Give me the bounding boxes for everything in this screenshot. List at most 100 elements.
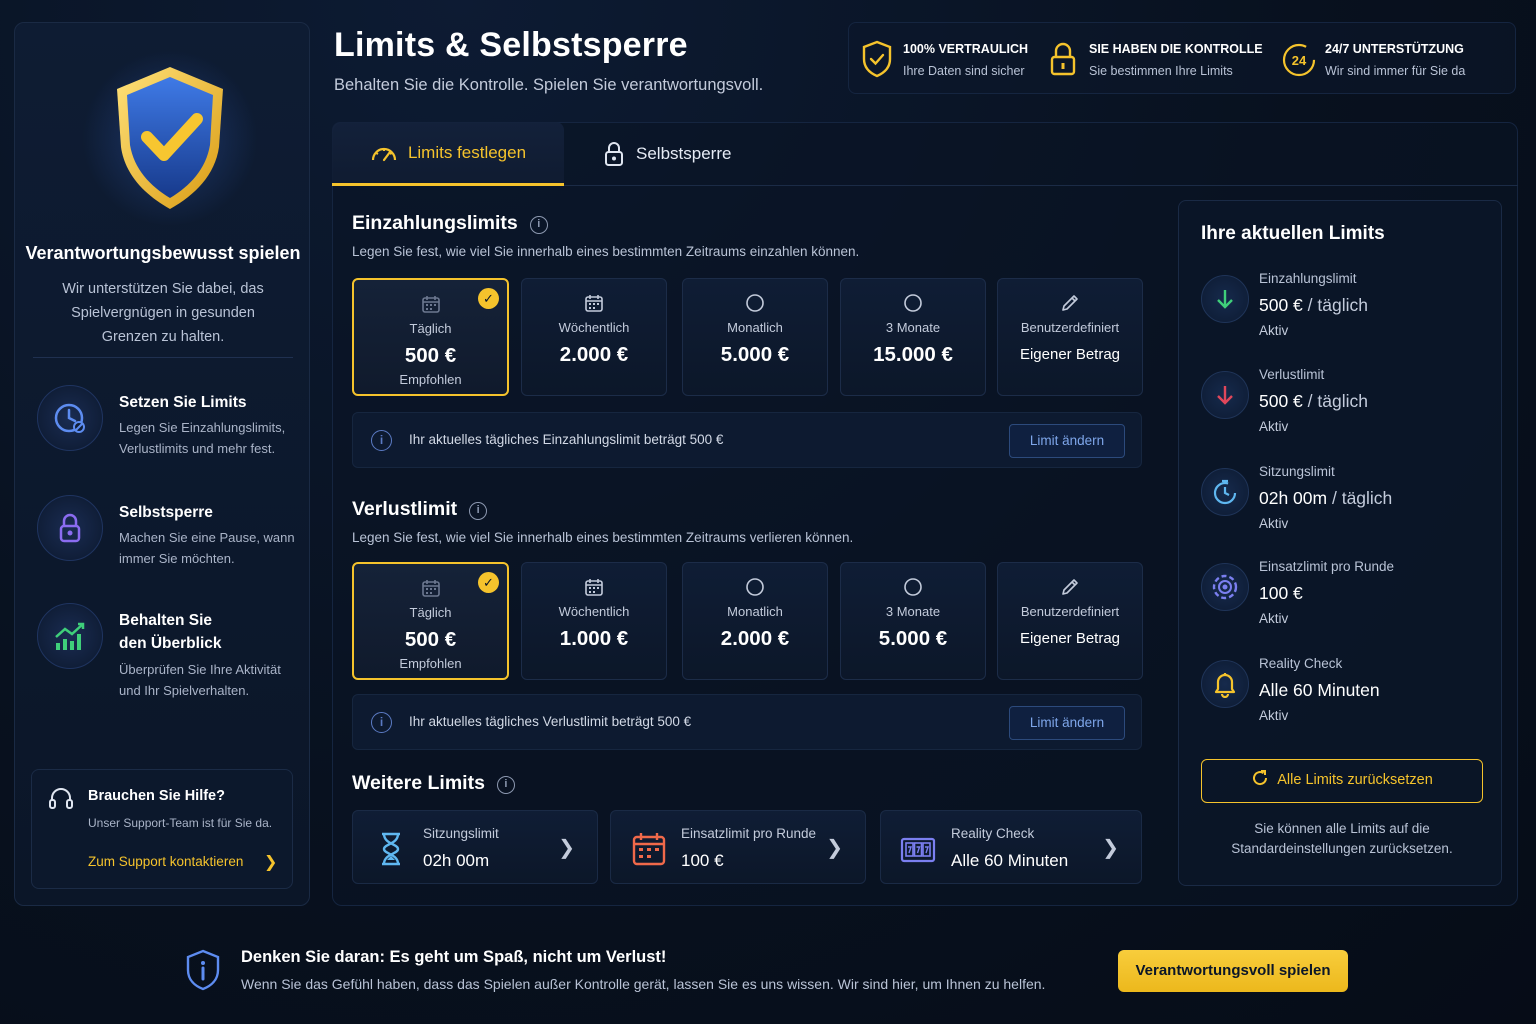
option-label: Benutzerdefiniert	[1020, 320, 1120, 335]
shield-info-icon	[186, 949, 220, 991]
section-title-text: Verlustlimit	[352, 498, 458, 520]
deposit-option-0[interactable]: Täglich 500 € Empfohlen ✓	[352, 278, 509, 396]
footer-title: Denken Sie daran: Es geht um Spaß, nicht…	[241, 948, 667, 966]
notice-text: Ihr aktuelles tägliches Verlustlimit bet…	[409, 714, 692, 729]
radio-circle-icon	[683, 577, 827, 597]
more-limit-label: Einsatzlimit pro Runde	[681, 826, 817, 841]
value-text: 100 €	[1259, 583, 1303, 603]
current-limit-label: Reality Check	[1259, 656, 1343, 671]
option-label: 3 Monate	[885, 604, 941, 619]
info-icon[interactable]: i	[529, 216, 548, 234]
option-value: 500 €	[404, 628, 457, 651]
chevron-right-icon[interactable]: ❯	[826, 835, 843, 860]
sidebar-subtitle: Wir unterstützen Sie dabei, das Spielver…	[62, 281, 264, 345]
support-contact-link[interactable]: Zum Support kontaktieren	[88, 854, 243, 869]
current-limit-status: Aktiv	[1259, 611, 1289, 626]
chevron-right-icon[interactable]: ❯	[264, 852, 277, 872]
option-label: Benutzerdefiniert	[1020, 604, 1120, 619]
help-desc: Unser Support-Team ist für Sie da.	[88, 816, 273, 830]
current-limit-value: 500 € / täglich	[1259, 391, 1368, 412]
more-limit-reality-check[interactable]: Reality Check Alle 60 Minuten ❯	[880, 810, 1142, 884]
support-24-icon: 24	[1282, 43, 1316, 77]
feature-title: Behalten Sie den Überblick	[119, 609, 222, 655]
section-title-text: Weitere Limits	[352, 772, 485, 794]
current-limit-status: Aktiv	[1259, 323, 1289, 338]
more-limit-value: Alle 60 Minuten	[951, 851, 1069, 870]
tab-self-exclusion[interactable]: Selbstsperre	[602, 122, 731, 186]
support-24-badge: 24	[1292, 53, 1307, 68]
reset-button-label: Alle Limits zurücksetzen	[1277, 772, 1433, 788]
option-value: Eigener Betrag	[1019, 630, 1121, 647]
current-limit-label: Einzahlungslimit	[1259, 271, 1357, 286]
clock-limit-icon	[37, 385, 103, 451]
tab-label: Selbstsperre	[636, 144, 732, 163]
more-limit-stake[interactable]: Einsatzlimit pro Runde 100 € ❯	[610, 810, 866, 884]
lock-icon	[37, 495, 103, 561]
info-icon: i	[371, 712, 392, 733]
current-limit-label: Verlustlimit	[1259, 367, 1325, 382]
current-limit-value: 100 €	[1259, 583, 1303, 604]
hourglass-icon	[382, 832, 400, 866]
deposit-option-3[interactable]: 3 Monate 15.000 €	[840, 278, 986, 396]
feature-title-line: den Überblick	[119, 635, 222, 652]
option-value: 2.000 €	[559, 343, 629, 366]
info-icon[interactable]: i	[469, 502, 488, 520]
info-icon[interactable]: i	[496, 776, 515, 794]
sidebar: Verantwortungsbewusst spielen Wir unters…	[14, 22, 310, 906]
feature-desc: Überprüfen Sie Ihre Aktivität und Ihr Sp…	[119, 662, 281, 698]
page-title: Limits & Selbstsperre	[334, 26, 688, 64]
chevron-right-icon[interactable]: ❯	[558, 835, 575, 860]
option-value: 15.000 €	[873, 343, 953, 366]
value-text: 500 €	[1259, 391, 1303, 411]
feature-desc: Machen Sie eine Pause, wann immer Sie mö…	[119, 530, 295, 566]
deposit-section-desc: Legen Sie fest, wie viel Sie innerhalb e…	[352, 244, 860, 259]
more-limit-label: Sitzungslimit	[423, 826, 499, 841]
help-title: Brauchen Sie Hilfe?	[88, 788, 225, 804]
chip-icon	[1201, 563, 1249, 611]
bell-icon	[1201, 660, 1249, 708]
deposit-option-1[interactable]: Wöchentlich 2.000 €	[521, 278, 667, 396]
deposit-change-limit-button[interactable]: Limit ändern	[1009, 424, 1125, 458]
period-text: / täglich	[1331, 488, 1393, 508]
loss-option-2[interactable]: Monatlich 2.000 €	[682, 562, 828, 680]
option-label: 3 Monate	[885, 320, 941, 335]
deposit-option-2[interactable]: Monatlich 5.000 €	[682, 278, 828, 396]
divider	[33, 357, 293, 358]
checkmark-icon: ✓	[478, 288, 499, 309]
shield-check-logo-icon	[75, 43, 265, 233]
loss-change-limit-button[interactable]: Limit ändern	[1009, 706, 1125, 740]
trust-title: SIE HABEN DIE KONTROLLE	[1089, 42, 1263, 56]
value-text: Alle 60 Minuten	[1259, 680, 1380, 700]
option-recommended: Empfohlen	[399, 372, 462, 387]
current-limit-label: Einsatzlimit pro Runde	[1259, 559, 1395, 574]
option-recommended: Empfohlen	[399, 656, 462, 671]
loss-option-3[interactable]: 3 Monate 5.000 €	[840, 562, 986, 680]
loss-option-4[interactable]: Benutzerdefiniert Eigener Betrag	[997, 562, 1143, 680]
reset-all-limits-button[interactable]: Alle Limits zurücksetzen	[1201, 759, 1483, 803]
pencil-icon	[998, 293, 1142, 313]
checkmark-icon: ✓	[478, 572, 499, 593]
loss-option-1[interactable]: Wöchentlich 1.000 €	[521, 562, 667, 680]
tab-limits[interactable]: Limits festlegen	[332, 122, 564, 186]
padlock-icon	[605, 142, 623, 166]
more-limit-session[interactable]: Sitzungslimit 02h 00m ❯	[352, 810, 598, 884]
refresh-icon	[1251, 760, 1269, 801]
sidebar-title: Verantwortungsbewusst spielen	[25, 243, 301, 263]
current-limit-value: 02h 00m / täglich	[1259, 488, 1392, 509]
chevron-right-icon[interactable]: ❯	[1102, 835, 1119, 860]
option-label: Täglich	[409, 605, 452, 620]
trust-desc: Sie bestimmen Ihre Limits	[1089, 64, 1233, 78]
radio-circle-icon	[841, 293, 985, 313]
page-subtitle: Behalten Sie die Kontrolle. Spielen Sie …	[334, 76, 764, 94]
play-responsibly-button[interactable]: Verantwortungsvoll spielen	[1118, 950, 1348, 992]
current-limit-value: 500 € / täglich	[1259, 295, 1368, 316]
option-value: 5.000 €	[878, 627, 948, 650]
loss-option-0[interactable]: Täglich 500 € Empfohlen ✓	[352, 562, 509, 680]
calendar-icon	[522, 577, 666, 597]
arrow-down-icon	[1201, 275, 1249, 323]
option-value: 500 €	[404, 344, 457, 367]
deposit-option-4[interactable]: Benutzerdefiniert Eigener Betrag	[997, 278, 1143, 396]
tab-label: Limits festlegen	[407, 142, 527, 162]
current-limit-status: Aktiv	[1259, 708, 1289, 723]
gauge-icon	[371, 147, 397, 161]
